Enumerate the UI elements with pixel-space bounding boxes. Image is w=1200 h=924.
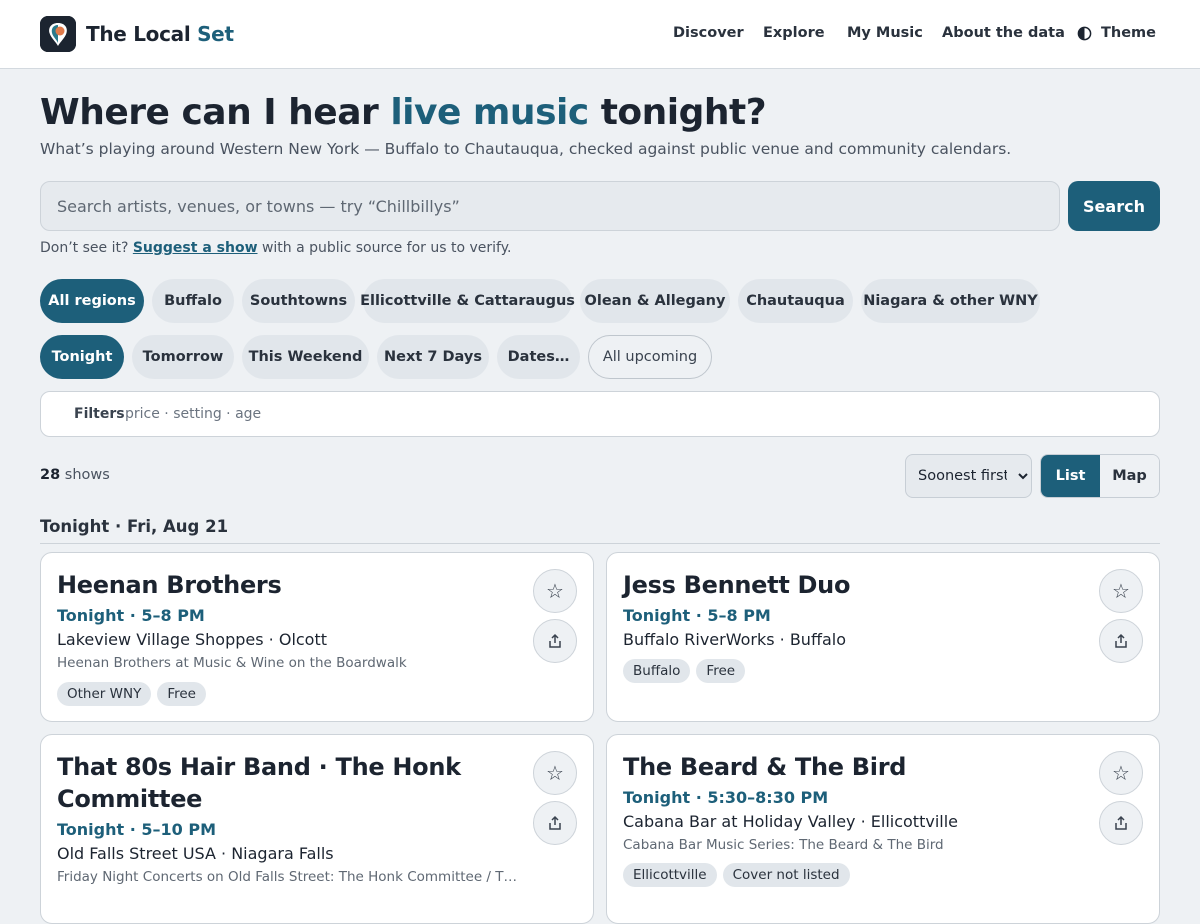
favorite-button[interactable]: ☆: [533, 751, 577, 795]
share-button[interactable]: [1099, 619, 1143, 663]
region-chip-niagara[interactable]: Niagara & other WNY: [861, 279, 1040, 323]
results-count: 28 shows: [40, 467, 110, 483]
filters-toggle[interactable]: Filters price · setting · age: [40, 391, 1160, 437]
nav-about-the-data[interactable]: About the data: [942, 25, 1065, 41]
suggest-after: with a public source for us to verify.: [261, 240, 512, 256]
filters-hint: price · setting · age: [125, 406, 262, 422]
event-card[interactable]: That 80s Hair Band · The Honk Committee …: [40, 734, 594, 924]
brand-name[interactable]: The Local Set: [86, 22, 234, 46]
date-chip-tomorrow[interactable]: Tomorrow: [132, 335, 234, 379]
filters-label: Filters: [74, 406, 125, 422]
brand-accent: Set: [197, 22, 234, 46]
page-title: Where can I hear live music tonight?: [40, 92, 767, 133]
share-icon: [1115, 633, 1127, 648]
date-chip-all-upcoming[interactable]: All upcoming: [588, 335, 712, 379]
suggest-show-link[interactable]: Suggest a show: [133, 240, 258, 256]
date-chip-dates[interactable]: Dates…: [497, 335, 580, 379]
event-description: Cabana Bar Music Series: The Beard & The…: [623, 837, 944, 853]
tag-region: Ellicottville: [623, 863, 717, 887]
region-chip-all-regions[interactable]: All regions: [40, 279, 144, 323]
star-icon: ☆: [1112, 761, 1130, 785]
favorite-button[interactable]: ☆: [1099, 569, 1143, 613]
day-heading: Tonight · Fri, Aug 21: [40, 517, 229, 536]
view-toggle: List Map: [1040, 454, 1160, 498]
event-card[interactable]: Heenan Brothers Tonight · 5–8 PM Lakevie…: [40, 552, 594, 722]
event-title: Heenan Brothers: [57, 571, 282, 599]
event-venue: Old Falls Street USA · Niagara Falls: [57, 844, 334, 863]
nav-my-music[interactable]: My Music: [847, 25, 923, 41]
event-venue: Buffalo RiverWorks · Buffalo: [623, 630, 847, 649]
nav-discover[interactable]: Discover: [673, 25, 744, 41]
title-highlight: live music: [390, 92, 589, 133]
event-time: Tonight · 5–8 PM: [57, 606, 205, 625]
view-map-button[interactable]: Map: [1100, 455, 1159, 497]
region-chip-chautauqua[interactable]: Chautauqua: [738, 279, 853, 323]
event-title: That 80s Hair Band · The Honk Committee: [57, 753, 461, 813]
region-chip-buffalo[interactable]: Buffalo: [152, 279, 234, 323]
share-button[interactable]: [533, 619, 577, 663]
search-input[interactable]: [40, 181, 1060, 231]
region-chip-ellicottville[interactable]: Ellicottville & Cattaraugus: [360, 279, 575, 323]
suggest-before: Don’t see it?: [40, 240, 129, 256]
logo-icon[interactable]: [40, 16, 76, 52]
share-icon: [549, 815, 561, 830]
share-button[interactable]: [1099, 801, 1143, 845]
theme-toggle[interactable]: Theme: [1101, 25, 1156, 41]
page-subtitle: What’s playing around Western New York —…: [40, 140, 1012, 158]
event-tags: Ellicottville Cover not listed: [623, 863, 850, 887]
region-chip-olean[interactable]: Olean & Allegany: [580, 279, 730, 323]
share-icon: [1115, 815, 1127, 830]
share-button[interactable]: [533, 801, 577, 845]
event-venue: Cabana Bar at Holiday Valley · Ellicottv…: [623, 812, 958, 831]
favorite-button[interactable]: ☆: [1099, 751, 1143, 795]
brand-main: The Local: [86, 22, 191, 46]
contrast-icon[interactable]: [1077, 26, 1092, 41]
suggest-show-text: Don’t see it? Suggest a show with a publ…: [40, 240, 511, 256]
search-button[interactable]: Search: [1068, 181, 1160, 231]
tag-region: Buffalo: [623, 659, 691, 683]
star-icon: ☆: [546, 579, 564, 603]
title-after: tonight?: [600, 92, 767, 133]
sort-select[interactable]: Soonest first: [905, 454, 1032, 498]
event-tags: Other WNY Free: [57, 682, 206, 706]
event-card[interactable]: Jess Bennett Duo Tonight · 5–8 PM Buffal…: [606, 552, 1160, 722]
date-chip-tonight[interactable]: Tonight: [40, 335, 124, 379]
event-time: Tonight · 5:30–8:30 PM: [623, 788, 829, 807]
region-chip-southtowns[interactable]: Southtowns: [242, 279, 355, 323]
star-icon: ☆: [546, 761, 564, 785]
event-time: Tonight · 5–10 PM: [57, 820, 216, 839]
nav-explore[interactable]: Explore: [763, 25, 825, 41]
top-bar: The Local Set Discover Explore My Music …: [0, 0, 1200, 69]
date-chip-this-weekend[interactable]: This Weekend: [242, 335, 369, 379]
divider: [40, 543, 1160, 544]
results-count-number: 28: [40, 467, 61, 483]
event-tags: Buffalo Free: [623, 659, 746, 683]
event-description: Heenan Brothers at Music & Wine on the B…: [57, 655, 407, 671]
date-chip-next-7-days[interactable]: Next 7 Days: [377, 335, 489, 379]
event-venue: Lakeview Village Shoppes · Olcott: [57, 630, 328, 649]
event-title: Jess Bennett Duo: [623, 571, 851, 599]
tag-price: Cover not listed: [722, 863, 850, 887]
results-count-label: shows: [64, 467, 110, 483]
favorite-button[interactable]: ☆: [533, 569, 577, 613]
event-title: The Beard & The Bird: [623, 753, 907, 781]
view-list-button[interactable]: List: [1041, 455, 1100, 497]
event-time: Tonight · 5–8 PM: [623, 606, 771, 625]
title-before: Where can I hear: [40, 92, 379, 133]
star-icon: ☆: [1112, 579, 1130, 603]
tag-region: Other WNY: [57, 682, 152, 706]
event-description: Friday Night Concerts on Old Falls Stree…: [57, 869, 519, 885]
share-icon: [549, 633, 561, 648]
event-card[interactable]: The Beard & The Bird Tonight · 5:30–8:30…: [606, 734, 1160, 924]
tag-price: Free: [157, 682, 206, 706]
tag-price: Free: [696, 659, 746, 683]
